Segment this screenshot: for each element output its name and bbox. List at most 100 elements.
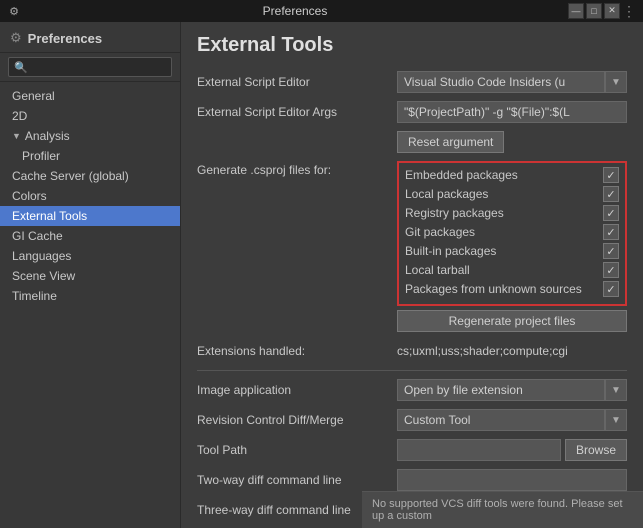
sidebar-item-colors[interactable]: Colors xyxy=(0,186,180,206)
app-icon: ⚙ xyxy=(6,3,22,19)
checkbox-row-unknown: Packages from unknown sources xyxy=(403,281,621,297)
sidebar-item-label: Timeline xyxy=(12,289,57,303)
tool-path-row: Tool Path Browse xyxy=(197,439,627,461)
sidebar-item-label: Cache Server (global) xyxy=(12,169,129,183)
checkbox-builtin[interactable] xyxy=(603,243,619,259)
title-bar: ⚙ Preferences — □ ✕ ⋮ xyxy=(0,0,643,22)
ext-script-editor-args-value[interactable]: "$(ProjectPath)" -g "$(File)":$(L xyxy=(397,101,627,123)
page-title: External Tools xyxy=(197,34,627,57)
reset-argument-button[interactable]: Reset argument xyxy=(397,131,504,153)
sidebar-title: Preferences xyxy=(28,31,102,46)
sidebar-item-timeline[interactable]: Timeline xyxy=(0,286,180,306)
sidebar-item-2d[interactable]: 2D xyxy=(0,106,180,126)
checkbox-unknown[interactable] xyxy=(603,281,619,297)
sidebar-item-label: Profiler xyxy=(22,149,60,163)
content-area: External Tools External Script Editor Vi… xyxy=(181,22,643,528)
browse-button[interactable]: Browse xyxy=(565,439,627,461)
ext-script-editor-args-label: External Script Editor Args xyxy=(197,105,397,119)
reset-argument-row: Reset argument xyxy=(197,131,627,153)
ext-script-editor-label: External Script Editor xyxy=(197,75,397,89)
sidebar-item-gi-cache[interactable]: GI Cache xyxy=(0,226,180,246)
sidebar-item-label: Scene View xyxy=(12,269,75,283)
more-options-icon[interactable]: ⋮ xyxy=(622,3,637,20)
sidebar-item-label: GI Cache xyxy=(12,229,63,243)
info-bar: No supported VCS diff tools were found. … xyxy=(362,491,643,528)
checkbox-row-local: Local packages xyxy=(403,186,621,202)
sidebar-item-languages[interactable]: Languages xyxy=(0,246,180,266)
sidebar-item-label: External Tools xyxy=(12,209,87,223)
chevron-down-icon: ▼ xyxy=(611,77,621,88)
checkbox-row-git: Git packages xyxy=(403,224,621,240)
sidebar: ⚙ Preferences 🔍 General 2D ▼ Analysis Pr… xyxy=(0,22,181,528)
divider-1 xyxy=(197,370,627,371)
sidebar-item-general[interactable]: General xyxy=(0,86,180,106)
ext-script-editor-value[interactable]: Visual Studio Code Insiders (u xyxy=(397,71,605,93)
chevron-down-icon: ▼ xyxy=(611,385,621,396)
sidebar-item-label: Colors xyxy=(12,189,47,203)
checkbox-tarball[interactable] xyxy=(603,262,619,278)
sidebar-item-profiler[interactable]: Profiler xyxy=(0,146,180,166)
ext-script-editor-row: External Script Editor Visual Studio Cod… xyxy=(197,71,627,93)
sidebar-item-analysis[interactable]: ▼ Analysis xyxy=(0,126,180,146)
regenerate-project-files-button[interactable]: Regenerate project files xyxy=(397,310,627,332)
generate-csproj-row: Generate .csproj files for: Embedded pac… xyxy=(197,161,627,332)
image-application-label: Image application xyxy=(197,383,397,397)
sidebar-item-cache-server[interactable]: Cache Server (global) xyxy=(0,166,180,186)
image-application-dropdown-btn[interactable]: ▼ xyxy=(605,379,627,401)
extensions-handled-label: Extensions handled: xyxy=(197,344,397,358)
checkbox-label-embedded: Embedded packages xyxy=(405,168,518,182)
chevron-down-icon: ▼ xyxy=(611,415,621,426)
window-controls: — □ ✕ ⋮ xyxy=(568,3,637,20)
revision-control-dropdown-btn[interactable]: ▼ xyxy=(605,409,627,431)
ext-script-editor-dropdown-btn[interactable]: ▼ xyxy=(605,71,627,93)
generate-csproj-label: Generate .csproj files for: xyxy=(197,161,397,177)
preferences-gear-icon: ⚙ xyxy=(10,30,22,46)
checkbox-label-git: Git packages xyxy=(405,225,475,239)
chevron-down-icon: ▼ xyxy=(12,131,21,141)
tool-path-label: Tool Path xyxy=(197,443,397,457)
checkbox-registry[interactable] xyxy=(603,205,619,221)
minimize-button[interactable]: — xyxy=(568,3,584,19)
revision-control-row: Revision Control Diff/Merge Custom Tool … xyxy=(197,409,627,431)
revision-control-label: Revision Control Diff/Merge xyxy=(197,413,397,427)
sidebar-header: ⚙ Preferences xyxy=(0,22,180,53)
checkbox-label-tarball: Local tarball xyxy=(405,263,470,277)
two-way-diff-row: Two-way diff command line xyxy=(197,469,627,491)
info-text: No supported VCS diff tools were found. … xyxy=(372,498,623,522)
checkbox-label-local: Local packages xyxy=(405,187,488,201)
checkbox-row-embedded: Embedded packages xyxy=(403,167,621,183)
extensions-handled-row: Extensions handled: cs;uxml;uss;shader;c… xyxy=(197,340,627,362)
image-application-value[interactable]: Open by file extension xyxy=(397,379,605,401)
sidebar-item-label: General xyxy=(12,89,55,103)
close-button[interactable]: ✕ xyxy=(604,3,620,19)
generate-csproj-options: Embedded packages Local packages Registr… xyxy=(397,161,627,332)
sidebar-item-label: Analysis xyxy=(25,129,70,143)
checkbox-row-builtin: Built-in packages xyxy=(403,243,621,259)
tool-path-value[interactable] xyxy=(397,439,561,461)
ext-script-editor-args-row: External Script Editor Args "$(ProjectPa… xyxy=(197,101,627,123)
checkbox-embedded[interactable] xyxy=(603,167,619,183)
window-title: Preferences xyxy=(22,4,568,18)
checkbox-label-registry: Registry packages xyxy=(405,206,504,220)
extensions-handled-value: cs;uxml;uss;shader;compute;cgi xyxy=(397,344,568,358)
maximize-button[interactable]: □ xyxy=(586,3,602,19)
sidebar-item-label: 2D xyxy=(12,109,27,123)
search-input-wrap[interactable]: 🔍 xyxy=(8,57,172,77)
image-application-row: Image application Open by file extension… xyxy=(197,379,627,401)
two-way-diff-value[interactable] xyxy=(397,469,627,491)
sidebar-item-scene-view[interactable]: Scene View xyxy=(0,266,180,286)
sidebar-search-bar: 🔍 xyxy=(0,53,180,82)
search-input[interactable] xyxy=(31,60,166,74)
checkbox-row-tarball: Local tarball xyxy=(403,262,621,278)
sidebar-item-external-tools[interactable]: External Tools xyxy=(0,206,180,226)
revision-control-value[interactable]: Custom Tool xyxy=(397,409,605,431)
checkbox-local[interactable] xyxy=(603,186,619,202)
sidebar-nav: General 2D ▼ Analysis Profiler Cache Ser… xyxy=(0,82,180,528)
checkbox-git[interactable] xyxy=(603,224,619,240)
checkbox-row-registry: Registry packages xyxy=(403,205,621,221)
main-layout: ⚙ Preferences 🔍 General 2D ▼ Analysis Pr… xyxy=(0,22,643,528)
two-way-diff-label: Two-way diff command line xyxy=(197,473,397,487)
search-icon: 🔍 xyxy=(14,61,28,74)
sidebar-item-label: Languages xyxy=(12,249,71,263)
checkbox-label-builtin: Built-in packages xyxy=(405,244,496,258)
